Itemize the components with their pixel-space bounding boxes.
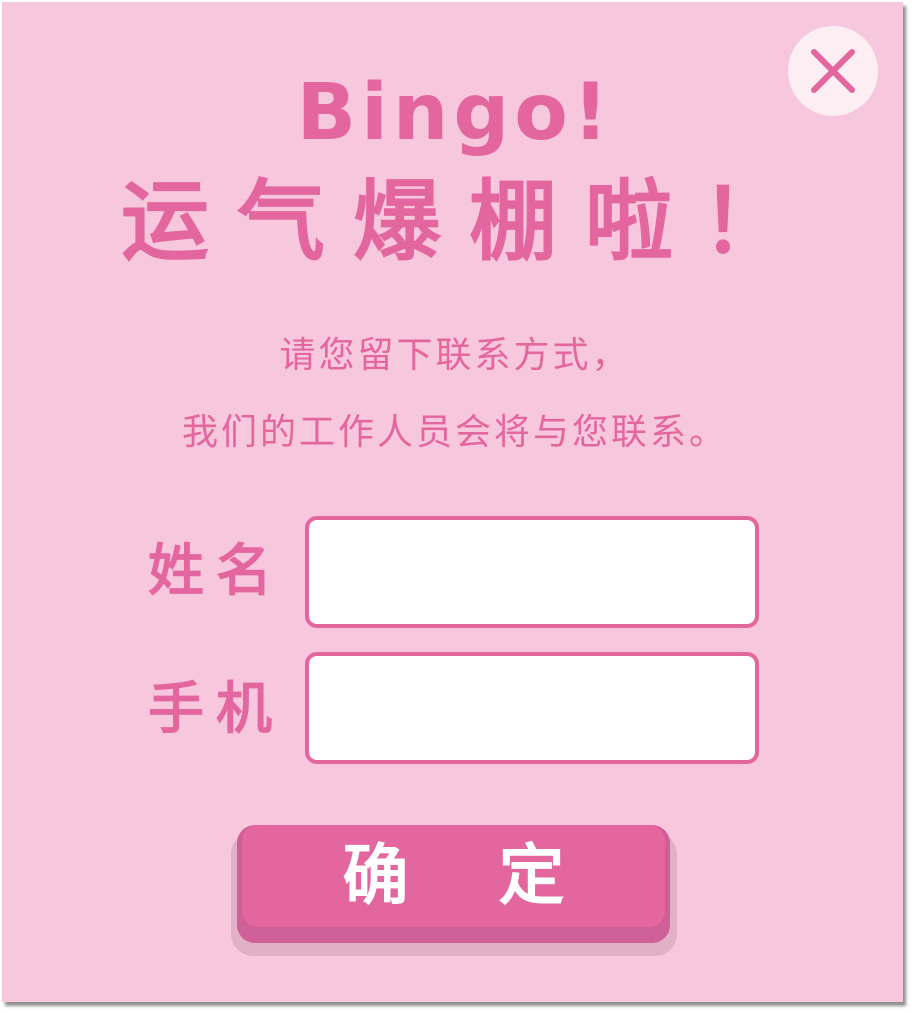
name-label: 姓名 [148, 539, 284, 604]
phone-input[interactable] [305, 652, 759, 764]
prize-dialog: Bingo! 运气爆棚啦！ 请您留下联系方式， 我们的工作人员会将与您联系。 姓… [2, 2, 903, 1002]
title-english: Bingo! [296, 68, 614, 158]
phone-label: 手机 [148, 677, 284, 742]
subtitle-line-1: 请您留下联系方式， [279, 335, 631, 376]
subtitle-line-2: 我们的工作人员会将与您联系。 [181, 412, 728, 453]
title-chinese: 运气爆棚啦！ [120, 170, 817, 273]
name-input[interactable] [305, 516, 759, 628]
confirm-button[interactable] [237, 825, 670, 943]
